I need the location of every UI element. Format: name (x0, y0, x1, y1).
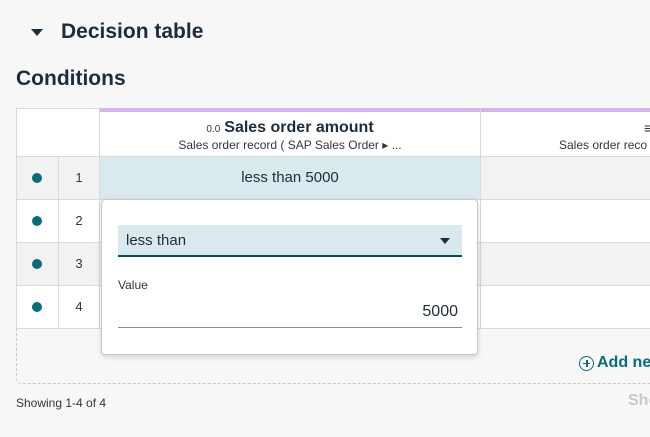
row-count-text: Showing 1-4 of 4 (16, 396, 107, 410)
condition-editor-popover: less than Value 5000 (101, 199, 478, 355)
column-header-second[interactable]: ≡ Sales order reco (481, 108, 650, 157)
section-title: Decision table (61, 20, 204, 43)
dropdown-caret-icon (440, 238, 450, 244)
status-dot-icon (32, 259, 42, 269)
value-input[interactable]: 5000 (118, 297, 462, 328)
add-row-label: Add ne (597, 354, 650, 371)
column-header-sales-order-amount[interactable]: 0.0 Sales order amount Sales order record… (100, 108, 481, 157)
collapse-caret-icon[interactable] (31, 28, 43, 36)
column-source: Sales order record ( SAP Sales Order ▸ .… (178, 138, 402, 152)
column-accent-bar (100, 108, 480, 112)
condition-cell[interactable]: less than 5000 (100, 157, 481, 199)
row-number: 2 (59, 200, 100, 242)
row-status-cell (16, 286, 59, 328)
row-number: 4 (59, 286, 100, 328)
table-row[interactable]: 1 less than 5000 (16, 157, 650, 200)
row-status-cell (16, 157, 59, 199)
condition-cell[interactable] (481, 286, 650, 328)
condition-cell[interactable] (481, 200, 650, 242)
row-status-cell (16, 200, 59, 242)
row-status-cell (16, 243, 59, 285)
show-more-link[interactable]: Sho (628, 392, 650, 410)
status-dot-icon (32, 216, 42, 226)
header-blank-cell (16, 109, 100, 157)
conditions-title: Conditions (16, 67, 126, 90)
column-accent-bar (481, 108, 650, 112)
row-number: 1 (59, 157, 100, 199)
add-row-button[interactable]: Add ne (579, 354, 650, 372)
number-type-icon: 0.0 (206, 124, 221, 135)
status-dot-icon (32, 302, 42, 312)
condition-cell[interactable] (481, 157, 650, 199)
list-type-icon: ≡ (644, 120, 650, 136)
value-label: Value (118, 278, 148, 292)
decision-table-header[interactable]: Decision table (28, 18, 203, 46)
row-number: 3 (59, 243, 100, 285)
condition-cell[interactable] (481, 243, 650, 285)
column-name: Sales order amount (224, 119, 374, 136)
operator-select[interactable]: less than (118, 225, 462, 257)
status-dot-icon (32, 173, 42, 183)
operator-selected-value: less than (126, 232, 187, 249)
add-circle-icon (579, 355, 594, 371)
header-row: 0.0 Sales order amount Sales order record… (16, 108, 650, 157)
column-source: Sales order reco (559, 138, 648, 152)
